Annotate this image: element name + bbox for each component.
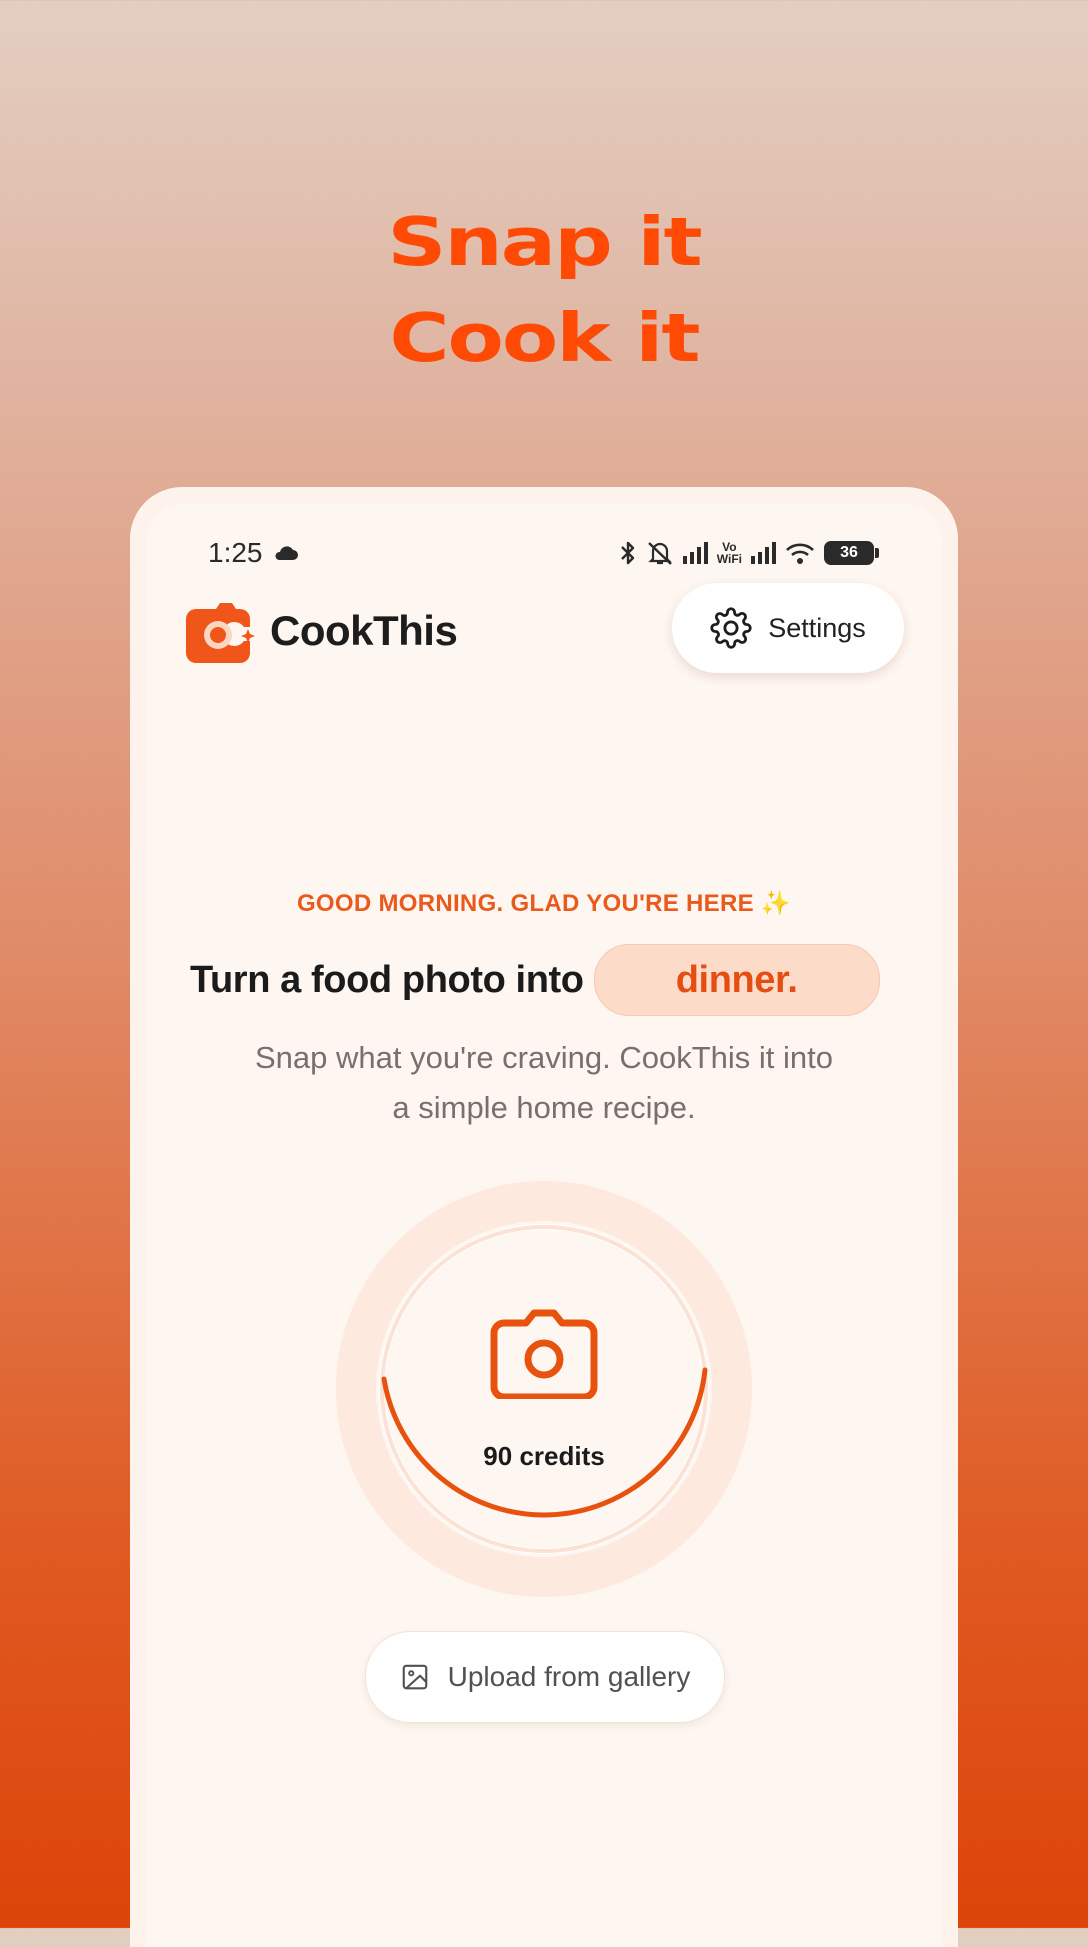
promo-line-1: Snap it: [387, 203, 702, 282]
headline: Turn a food photo into dinner.: [190, 943, 880, 1017]
credits-label: 90 credits: [483, 1441, 605, 1471]
settings-button[interactable]: Settings: [672, 583, 904, 673]
vowifi-bottom-label: WiFi: [716, 552, 742, 566]
greeting-text: GOOD MORNING. GLAD YOU'RE HERE ✨: [296, 890, 792, 917]
promo-title: Snap it Cook it: [0, 195, 1088, 387]
battery-indicator: 36: [824, 541, 879, 565]
headline-prefix: Turn a food photo into: [190, 958, 584, 1001]
gear-icon: [710, 607, 752, 649]
subtitle: Snap what you're craving. CookThis it in…: [255, 1040, 833, 1125]
app-name: CookThis: [270, 607, 458, 654]
vowifi-icon: Vo WiFi: [717, 541, 742, 565]
cloud-icon: [274, 546, 298, 560]
headline-highlight: dinner.: [593, 944, 880, 1016]
camera-icon: [490, 1309, 598, 1399]
promo-line-2: Cook it: [389, 299, 700, 378]
status-time: 1:25: [208, 537, 263, 568]
capture-button[interactable]: 90 credits: [376, 1221, 712, 1557]
app-logo: [186, 603, 255, 663]
app-screen: 1:25 Vo WiFi 36 CookThis Settings GOOD M…: [146, 503, 942, 1947]
phone-frame: 1:25 Vo WiFi 36 CookThis Settings GOOD M…: [130, 487, 958, 1947]
wifi-icon: [786, 543, 814, 564]
status-bar: 1:25 Vo WiFi 36: [208, 533, 879, 573]
signal-icon-2: [751, 542, 776, 564]
bell-muted-icon: [647, 542, 672, 565]
bluetooth-icon: [620, 541, 634, 565]
image-icon: [402, 1664, 427, 1690]
upload-from-gallery-button[interactable]: Upload from gallery: [365, 1631, 725, 1723]
settings-label: Settings: [768, 612, 866, 643]
upload-label: Upload from gallery: [447, 1661, 691, 1692]
signal-icon: [682, 542, 708, 564]
